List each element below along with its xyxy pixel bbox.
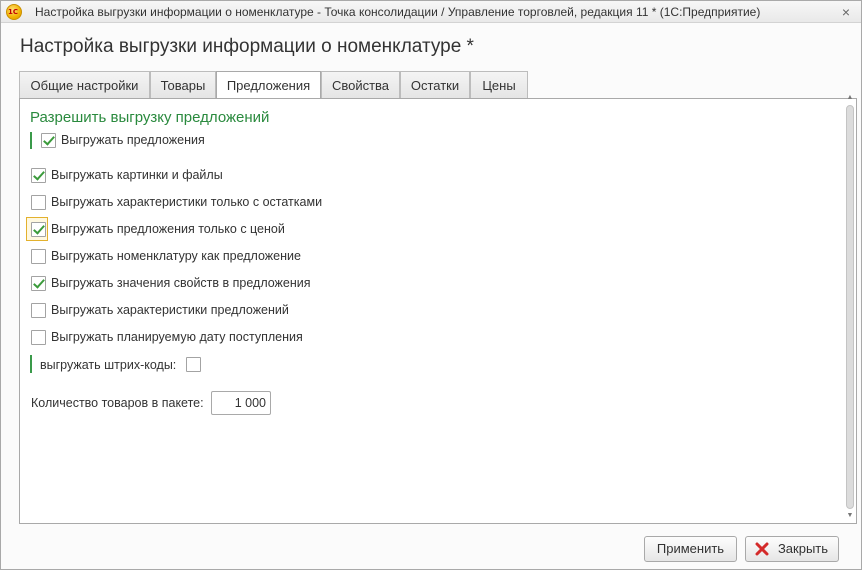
tab-stock[interactable]: Остатки — [400, 71, 470, 99]
scroll-thumb[interactable] — [846, 105, 854, 509]
group-accent-bar — [30, 132, 32, 149]
check-mark-icon — [33, 168, 45, 181]
label-export-images-files: Выгружать картинки и файлы — [51, 168, 223, 182]
close-button-label: Закрыть — [777, 541, 829, 556]
label-export-property-values: Выгружать значения свойств в предложения — [51, 276, 311, 290]
label-export-characteristics-with-stock: Выгружать характеристики только с остатк… — [51, 195, 323, 209]
checkbox-export-characteristics-with-stock[interactable] — [31, 195, 46, 210]
red-x-icon — [755, 542, 769, 556]
1c-logo-icon[interactable]: 1С — [6, 4, 22, 20]
dialog-window: 1С Настройка выгрузки информации о номен… — [0, 0, 862, 570]
scroll-down-icon[interactable]: ▼ — [845, 511, 855, 521]
apply-button[interactable]: Применить — [644, 536, 737, 562]
label-export-offers-with-price: Выгружать предложения только с ценой — [51, 222, 285, 236]
label-export-offer-characteristics: Выгружать характеристики предложений — [51, 303, 289, 317]
checkbox-export-planned-arrival-date[interactable] — [31, 330, 46, 345]
checkbox-export-property-values[interactable] — [31, 276, 46, 291]
title-bar: 1С Настройка выгрузки информации о номен… — [1, 1, 861, 23]
check-mark-icon — [33, 222, 45, 235]
group-title-allow-offers: Разрешить выгрузку предложений — [30, 109, 270, 126]
close-button[interactable]: Закрыть — [745, 536, 839, 562]
label-export-planned-arrival-date: Выгружать планируемую дату поступления — [51, 330, 303, 344]
form-title: Настройка выгрузки информации о номенкла… — [20, 36, 474, 57]
label-export-offers: Выгружать предложения — [61, 133, 205, 147]
checkbox-export-offer-characteristics[interactable] — [31, 303, 46, 318]
checkbox-export-barcodes[interactable] — [186, 357, 201, 372]
tab-offers[interactable]: Предложения — [216, 71, 321, 100]
scroll-up-icon[interactable]: ▲ — [845, 93, 855, 103]
close-window-icon[interactable]: × — [837, 3, 855, 21]
window-title: Настройка выгрузки информации о номенкла… — [35, 5, 761, 19]
check-mark-icon — [33, 276, 45, 289]
app-icon-text: 1С — [8, 8, 19, 16]
checkbox-export-offers-with-price[interactable] — [31, 222, 46, 237]
batch-size-input[interactable] — [211, 391, 271, 415]
checkbox-export-nomenclature-as-offer[interactable] — [31, 249, 46, 264]
vertical-scrollbar[interactable]: ▲ ▼ — [845, 93, 855, 523]
check-mark-icon — [43, 133, 55, 146]
tab-properties[interactable]: Свойства — [321, 71, 400, 99]
label-batch-size: Количество товаров в пакете: — [31, 396, 204, 410]
barcodes-accent-bar — [30, 355, 32, 373]
label-export-barcodes: выгружать штрих-коды: — [40, 358, 177, 372]
tab-goods[interactable]: Товары — [150, 71, 216, 99]
label-export-nomenclature-as-offer: Выгружать номенклатуру как предложение — [51, 249, 301, 263]
checkbox-export-offers[interactable] — [41, 133, 56, 148]
apply-button-label: Применить — [656, 541, 725, 556]
tab-general-settings[interactable]: Общие настройки — [19, 71, 150, 99]
tab-prices[interactable]: Цены — [470, 71, 528, 99]
checkbox-export-images-files[interactable] — [31, 168, 46, 183]
